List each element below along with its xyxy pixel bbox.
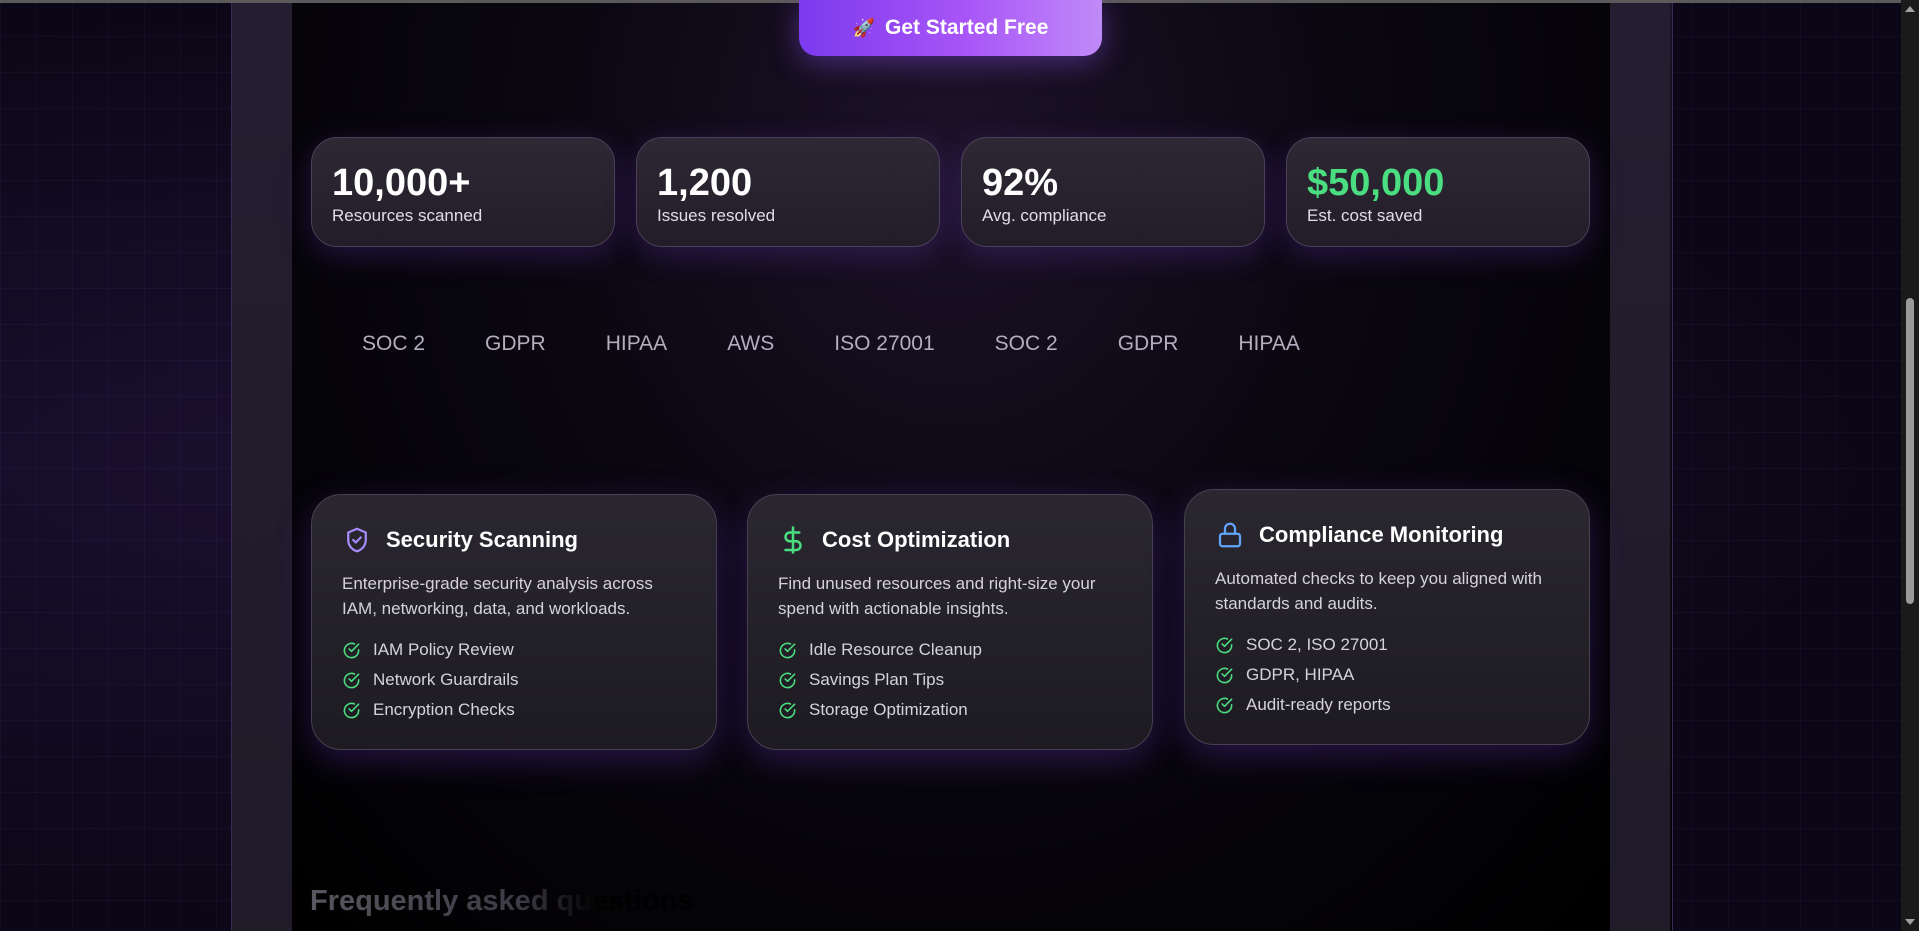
lock-icon — [1218, 522, 1242, 548]
scroll-down-icon[interactable] — [1905, 919, 1915, 925]
stat-card-compliance: 92% Avg. compliance — [961, 137, 1265, 247]
list-item: Idle Resource Cleanup — [778, 635, 1122, 665]
get-started-label: Get Started Free — [885, 16, 1049, 39]
stat-label: Resources scanned — [332, 206, 483, 225]
feature-card-cost: Cost Optimization Find unused resources … — [747, 494, 1153, 750]
badge-hipaa: HIPAA — [605, 332, 668, 355]
stat-card-issues: 1,200 Issues resolved — [636, 137, 940, 247]
list-item-label: GDPR, HIPAA — [1246, 665, 1355, 684]
compliance-badge-strip: SOC 2 GDPR HIPAA AWS ISO 27001 SOC 2 GDP… — [362, 332, 1300, 356]
feature-title: Security Scanning — [386, 527, 578, 552]
list-item-label: Network Guardrails — [373, 670, 519, 689]
feature-card-compliance: Compliance Monitoring Automated checks t… — [1184, 489, 1590, 745]
feature-list: IAM Policy Review Network Guardrails Enc… — [342, 635, 686, 725]
feature-description: Find unused resources and right-size you… — [778, 574, 1096, 618]
list-item-label: Storage Optimization — [809, 700, 968, 719]
stat-card-cost: $50,000 Est. cost saved — [1286, 137, 1590, 247]
feature-title: Cost Optimization — [822, 527, 1011, 552]
badge-soc2: SOC 2 — [362, 332, 426, 355]
stat-value: 92% — [982, 162, 1059, 204]
stat-value: 1,200 — [657, 162, 753, 204]
stat-card-resources: 10,000+ Resources scanned — [311, 137, 615, 247]
left-gutter — [232, 3, 292, 931]
list-item: Encryption Checks — [342, 695, 686, 725]
badge-aws: AWS — [727, 332, 775, 355]
dollar-icon — [784, 526, 802, 554]
check-circle-icon — [779, 672, 796, 688]
list-item-label: Idle Resource Cleanup — [809, 640, 982, 659]
check-circle-icon — [1216, 637, 1233, 653]
badge-hipaa: HIPAA — [1238, 332, 1300, 355]
feature-description: Enterprise-grade security analysis acros… — [342, 574, 653, 618]
list-item-label: IAM Policy Review — [373, 640, 514, 659]
feature-list: SOC 2, ISO 27001 GDPR, HIPAA Audit-ready… — [1215, 630, 1559, 720]
badge-iso27001: ISO 27001 — [834, 332, 935, 355]
list-item: GDPR, HIPAA — [1215, 660, 1559, 690]
feature-title: Compliance Monitoring — [1259, 522, 1504, 547]
check-circle-icon — [343, 702, 360, 718]
faq-heading: Frequently asked questions — [310, 885, 694, 917]
list-item: SOC 2, ISO 27001 — [1215, 630, 1559, 660]
list-item-label: Savings Plan Tips — [809, 670, 945, 689]
badge-soc2: SOC 2 — [994, 332, 1058, 355]
rocket-icon: 🚀 — [852, 17, 876, 38]
shield-check-icon — [347, 527, 367, 553]
check-circle-icon — [779, 702, 796, 718]
list-item: Network Guardrails — [342, 665, 686, 695]
feature-description: Automated checks to keep you aligned wit… — [1215, 569, 1542, 613]
feature-card-security: Security Scanning Enterprise-grade secur… — [311, 494, 717, 750]
list-item-label: Encryption Checks — [373, 700, 515, 719]
badge-gdpr: GDPR — [485, 332, 546, 355]
check-circle-icon — [343, 642, 360, 658]
check-circle-icon — [343, 672, 360, 688]
list-item: IAM Policy Review — [342, 635, 686, 665]
list-item: Storage Optimization — [778, 695, 1122, 725]
check-circle-icon — [1216, 697, 1233, 713]
list-item-label: Audit-ready reports — [1246, 695, 1391, 714]
get-started-button[interactable]: 🚀 Get Started Free — [799, 0, 1102, 56]
list-item-label: SOC 2, ISO 27001 — [1246, 635, 1388, 654]
stat-label: Avg. compliance — [982, 206, 1107, 225]
feature-list: Idle Resource Cleanup Savings Plan Tips … — [778, 635, 1122, 725]
stat-value: 10,000+ — [332, 162, 471, 204]
page-scrollbar[interactable] — [1901, 0, 1919, 931]
stat-label: Issues resolved — [657, 206, 776, 225]
check-circle-icon — [1216, 667, 1233, 683]
right-gutter — [1610, 3, 1670, 931]
list-item: Savings Plan Tips — [778, 665, 1122, 695]
badge-gdpr: GDPR — [1117, 332, 1179, 355]
list-item: Audit-ready reports — [1215, 690, 1559, 720]
scroll-up-icon[interactable] — [1905, 6, 1915, 12]
scrollbar-thumb[interactable] — [1906, 298, 1914, 604]
stat-value: $50,000 — [1307, 162, 1445, 204]
stat-label: Est. cost saved — [1307, 206, 1423, 225]
check-circle-icon — [779, 642, 796, 658]
